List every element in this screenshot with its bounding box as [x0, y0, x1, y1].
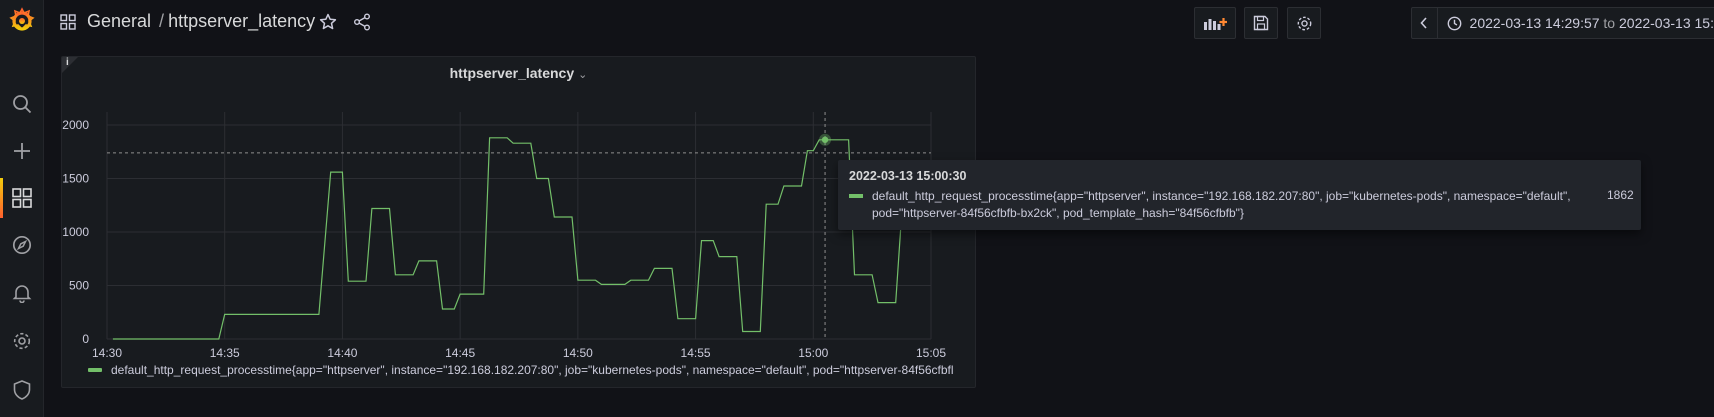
- settings-gear-icon: [1297, 16, 1311, 30]
- tooltip-swatch: [849, 194, 863, 198]
- save-icon: [1253, 15, 1269, 31]
- y-tick-label: 0: [82, 332, 89, 346]
- dashboard-settings-button[interactable]: [1287, 7, 1321, 39]
- tooltip-series-line2: pod="httpserver-84f56cfbfb-bx2ck", pod_t…: [872, 206, 1244, 220]
- save-dashboard-button[interactable]: [1244, 7, 1278, 39]
- time-range-from: 2022-03-13 14:29:57: [1469, 15, 1600, 31]
- dashboards-icon[interactable]: [0, 178, 44, 218]
- sidebar: [0, 0, 44, 417]
- breadcrumb-separator: /: [159, 11, 165, 31]
- x-tick-label: 14:55: [681, 346, 711, 360]
- tooltip-series-name: default_http_request_processtime{app="ht…: [872, 188, 1572, 222]
- legend-swatch: [88, 368, 102, 372]
- share-icon[interactable]: [353, 13, 371, 36]
- breadcrumb-folder[interactable]: General: [87, 11, 151, 31]
- chevron-left-icon: [1420, 17, 1427, 29]
- time-range-label: 2022-03-13 14:29:57 to 2022-03-13 15:05:…: [1470, 15, 1714, 31]
- search-icon[interactable]: [0, 84, 44, 124]
- tooltip-series-line1: default_http_request_processtime{app="ht…: [872, 189, 1571, 203]
- x-tick-label: 15:00: [798, 346, 828, 360]
- shield-icon[interactable]: [0, 370, 44, 410]
- x-tick-label: 14:35: [210, 346, 240, 360]
- y-tick-label: 500: [69, 279, 89, 293]
- x-tick-label: 14:40: [327, 346, 357, 360]
- add-panel-button[interactable]: [1194, 7, 1236, 39]
- clock-icon: [1447, 16, 1462, 31]
- x-tick-label: 14:50: [563, 346, 593, 360]
- x-tick-label: 14:45: [445, 346, 475, 360]
- dashboard-title[interactable]: httpserver_latency: [168, 11, 315, 31]
- series-line: [112, 137, 920, 340]
- y-tick-label: 1000: [62, 225, 89, 239]
- dashboards-grid-icon[interactable]: [60, 14, 76, 35]
- tooltip-series-row: default_http_request_processtime{app="ht…: [849, 188, 1634, 222]
- y-tick-label: 1500: [62, 172, 89, 186]
- chart-legend[interactable]: default_http_request_processtime{app="ht…: [88, 363, 954, 377]
- hover-point: [821, 136, 829, 143]
- legend-series-label: default_http_request_processtime{app="ht…: [111, 363, 954, 377]
- plus-icon[interactable]: [0, 131, 44, 171]
- gear-icon[interactable]: [0, 321, 44, 361]
- grafana-logo-icon[interactable]: [0, 0, 44, 40]
- x-tick-label: 14:30: [92, 346, 122, 360]
- y-tick-label: 2000: [62, 118, 89, 132]
- top-navbar: General / httpserver_latency 2022-03-13 14…: [44, 0, 1714, 46]
- add-panel-icon: [1204, 18, 1227, 30]
- star-icon[interactable]: [319, 13, 337, 36]
- tooltip-time: 2022-03-13 15:00:30: [849, 169, 967, 183]
- breadcrumb: General / httpserver_latency: [87, 11, 315, 32]
- time-range-to: 2022-03-13 15:05:13: [1619, 15, 1714, 31]
- compass-icon[interactable]: [0, 225, 44, 265]
- chart-tooltip: 2022-03-13 15:00:30 default_http_request…: [838, 160, 1641, 230]
- time-range-to-label: to: [1603, 15, 1616, 31]
- x-tick-label: 15:05: [916, 346, 946, 360]
- time-range-picker[interactable]: 2022-03-13 14:29:57 to 2022-03-13 15:05:…: [1411, 7, 1714, 39]
- bell-icon[interactable]: [0, 273, 44, 313]
- time-shift-back-button[interactable]: [1412, 8, 1438, 38]
- tooltip-value: 1862: [1607, 188, 1634, 202]
